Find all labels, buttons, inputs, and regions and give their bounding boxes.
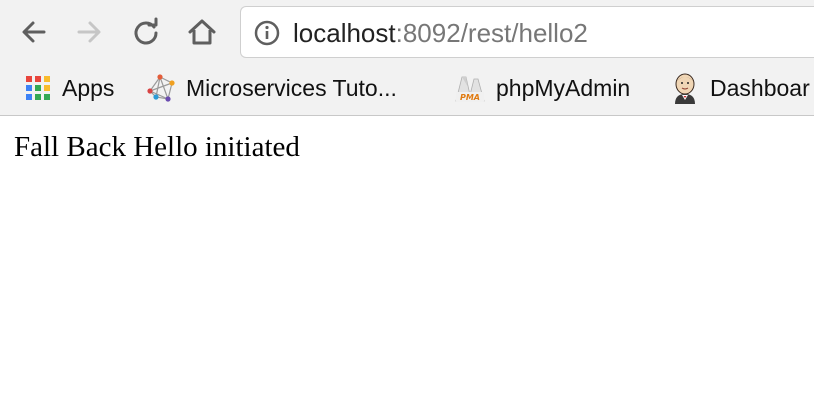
jenkins-icon [675,73,695,104]
forward-button[interactable] [71,14,107,50]
svg-text:PMA: PMA [460,93,480,102]
bookmark-label: Apps [62,74,115,101]
bookmarks-bar: Apps Microservices Tuto... PMA phpMyAdmi… [0,66,814,110]
bookmark-phpmyadmin[interactable]: PMA phpMyAdmin [454,72,630,104]
reload-icon [134,17,158,45]
address-bar[interactable]: localhost:8092/rest/hello2 [240,6,814,58]
home-button[interactable] [184,14,220,50]
bookmark-label: phpMyAdmin [496,74,631,101]
bookmark-dashboard[interactable]: Dashboar [670,72,810,104]
url-text[interactable]: localhost:8092/rest/hello2 [293,18,588,48]
bookmark-microservices[interactable]: Microservices Tuto... [146,72,397,104]
bookmark-label: Microservices Tuto... [186,74,397,101]
network-graph-icon [147,74,175,102]
url-path: :8092/rest/hello2 [395,18,588,48]
bookmark-label: Dashboar [710,74,810,101]
page-body-text: Fall Back Hello initiated [14,131,300,163]
bookmark-apps[interactable]: Apps [24,72,114,104]
url-host: localhost [293,18,396,48]
reload-button[interactable] [128,14,164,50]
phpmyadmin-icon: PMA [455,76,485,102]
back-arrow-icon [22,21,46,43]
apps-grid-icon [26,76,50,100]
back-button[interactable] [16,14,52,50]
browser-chrome: localhost:8092/rest/hello2 Apps Microser… [0,0,814,116]
info-icon[interactable] [253,19,281,52]
home-icon [188,19,216,45]
forward-arrow-icon [77,21,101,43]
